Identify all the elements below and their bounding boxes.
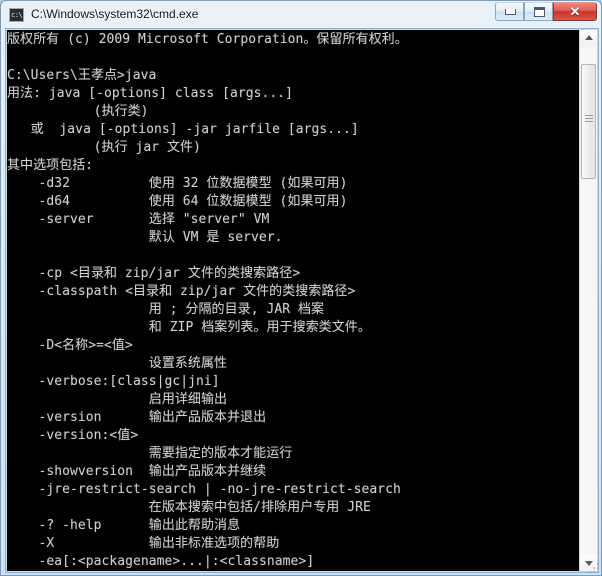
console-output-text: 版权所有 (c) 2009 Microsoft Corporation。保留所有… (7, 32, 408, 569)
scrollbar-track[interactable] (580, 46, 597, 555)
minimize-button[interactable] (495, 2, 524, 21)
resize-grip-icon[interactable] (587, 561, 599, 573)
scrollbar-grip-icon (585, 115, 593, 116)
title-bar[interactable]: c:\ C:\Windows\system32\cmd.exe ✕ (1, 1, 602, 28)
close-button[interactable]: ✕ (553, 2, 597, 21)
maximize-icon (534, 7, 545, 17)
cmd-icon[interactable]: c:\ (9, 8, 24, 22)
cmd-window: c:\ C:\Windows\system32\cmd.exe ✕ 版权所有 (… (0, 0, 602, 576)
vertical-scrollbar[interactable] (579, 30, 597, 571)
triangle-up-icon (585, 35, 593, 40)
minimize-icon (505, 9, 516, 15)
window-title: C:\Windows\system32\cmd.exe (31, 7, 199, 21)
scrollbar-thumb[interactable] (581, 64, 596, 179)
scroll-up-arrow-icon[interactable] (580, 30, 597, 46)
maximize-button[interactable] (524, 2, 553, 21)
console-client-area: 版权所有 (c) 2009 Microsoft Corporation。保留所有… (5, 28, 599, 573)
console-screen[interactable]: 版权所有 (c) 2009 Microsoft Corporation。保留所有… (7, 30, 579, 571)
close-icon: ✕ (569, 4, 581, 19)
cmd-icon-glyph: c:\ (11, 11, 23, 19)
